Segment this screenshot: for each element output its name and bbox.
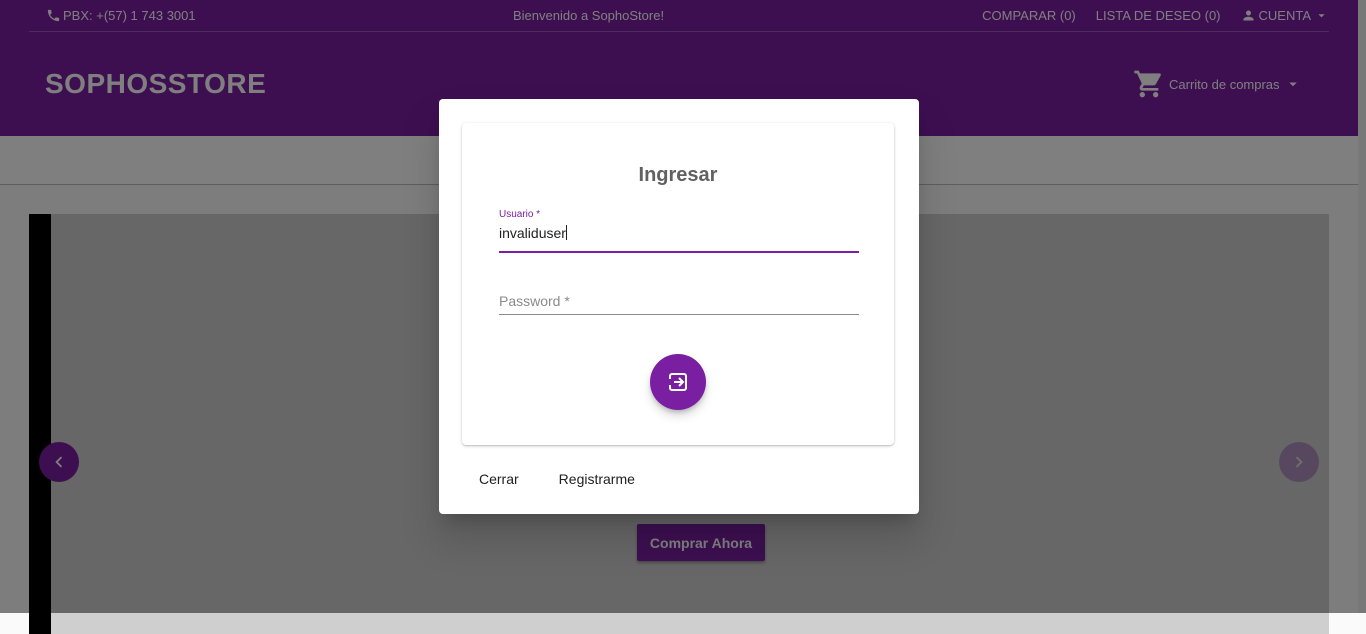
username-input[interactable]: invaliduser [499, 225, 859, 243]
login-submit-button[interactable] [650, 354, 706, 410]
close-button[interactable]: Cerrar [479, 471, 519, 487]
login-icon [668, 373, 687, 391]
login-card: Ingresar Usuario * invaliduser Password … [462, 123, 894, 445]
username-field[interactable]: Usuario * invaliduser [499, 209, 859, 253]
username-value: invaliduser [499, 225, 566, 241]
dialog-title: Ingresar [638, 164, 718, 186]
register-button[interactable]: Registrarme [559, 471, 635, 487]
login-dialog: Ingresar Usuario * invaliduser Password … [439, 99, 919, 514]
dialog-actions: Cerrar Registrarme [479, 471, 635, 487]
password-input[interactable]: Password * [499, 293, 859, 309]
username-label: Usuario * [499, 209, 541, 220]
password-underline [499, 314, 859, 315]
text-caret [565, 225, 567, 240]
password-field[interactable]: Password * [499, 291, 859, 315]
username-underline [499, 251, 859, 253]
